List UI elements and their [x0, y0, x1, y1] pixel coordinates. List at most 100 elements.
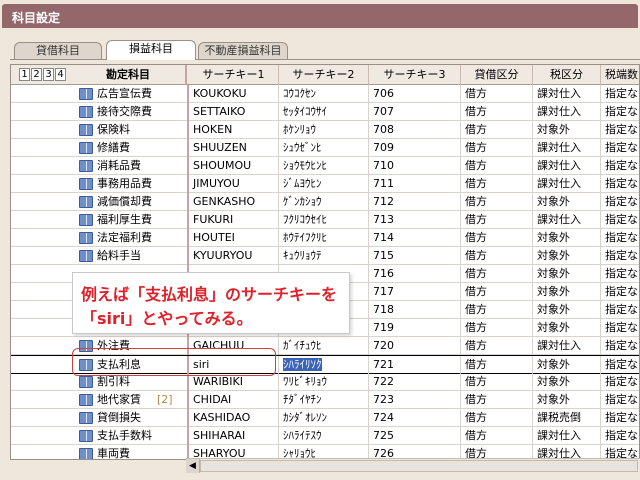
- cell-searchkey1[interactable]: CHIDAI: [189, 391, 279, 409]
- cell-searchkey3[interactable]: 716: [369, 265, 461, 283]
- table-row[interactable]: 減価償却費 GENKASHO ｹﾞﾝｶｼｮｳ 712 借方 対象外 指定な: [11, 193, 639, 211]
- cell-tax-category[interactable]: 対象外: [533, 373, 601, 391]
- cell-tax-category[interactable]: 対象外: [533, 247, 601, 265]
- cell-tax-fraction[interactable]: 指定な: [601, 157, 639, 175]
- cell-searchkey3[interactable]: 723: [369, 391, 461, 409]
- cell-debit-credit[interactable]: 借方: [461, 229, 533, 247]
- cell-searchkey3[interactable]: 709: [369, 139, 461, 157]
- cell-debit-credit[interactable]: 借方: [461, 139, 533, 157]
- cell-searchkey1[interactable]: KYUURYOU: [189, 247, 279, 265]
- cell-tax-fraction[interactable]: 指定な: [601, 356, 639, 374]
- cell-searchkey2[interactable]: ｾｯﾀｲｺｳｻｲ: [279, 103, 369, 121]
- cell-searchkey3[interactable]: 719: [369, 319, 461, 337]
- cell-account[interactable]: 法定福利費: [11, 229, 189, 247]
- cell-account[interactable]: 地代家賃 [2]: [11, 391, 189, 409]
- table-row[interactable]: 給料手当 KYUURYOU ｷｭｳﾘｮｳﾃ 715 借方 対象外 指定な: [11, 247, 639, 265]
- table-row[interactable]: 支払手数料 SHIHARAI ｼﾊﾗｲﾃｽｳ 725 借方 課対仕入 指定な: [11, 427, 639, 445]
- cell-tax-fraction[interactable]: 指定な: [601, 121, 639, 139]
- cell-tax-category[interactable]: 課対仕入: [533, 211, 601, 229]
- cell-account[interactable]: 減価償却費: [11, 193, 189, 211]
- cell-tax-fraction[interactable]: 指定な: [601, 427, 639, 445]
- cell-searchkey2[interactable]: ﾌｸﾘｺｳｾｲﾋ: [279, 211, 369, 229]
- cell-searchkey3[interactable]: 707: [369, 103, 461, 121]
- cell-tax-fraction[interactable]: 指定な: [601, 373, 639, 391]
- cell-tax-fraction[interactable]: 指定な: [601, 391, 639, 409]
- cell-searchkey1[interactable]: JIMUYOU: [189, 175, 279, 193]
- cell-searchkey3[interactable]: 710: [369, 157, 461, 175]
- cell-searchkey3[interactable]: 720: [369, 337, 461, 355]
- cell-searchkey1[interactable]: SHIHARAI: [189, 427, 279, 445]
- cell-searchkey3[interactable]: 721: [369, 356, 461, 374]
- cell-searchkey1[interactable]: KOUKOKU: [189, 85, 279, 103]
- cell-searchkey2[interactable]: ｺｳｺｸｾﾝ: [279, 85, 369, 103]
- cell-searchkey2[interactable]: ﾁﾀﾞｲﾔﾁﾝ: [279, 391, 369, 409]
- cell-account[interactable]: 車両費: [11, 445, 189, 459]
- cell-searchkey2[interactable]: ﾎｳﾃｲﾌｸﾘﾋ: [279, 229, 369, 247]
- cell-searchkey1[interactable]: FUKURI: [189, 211, 279, 229]
- cell-searchkey2[interactable]: ﾎｹﾝﾘｮｳ: [279, 121, 369, 139]
- cell-account[interactable]: 給料手当: [11, 247, 189, 265]
- table-row[interactable]: 接待交際費 SETTAIKO ｾｯﾀｲｺｳｻｲ 707 借方 課対仕入 指定な: [11, 103, 639, 121]
- cell-account[interactable]: 修繕費: [11, 139, 189, 157]
- cell-searchkey2[interactable]: ｶｼﾀﾞｵﾚｿﾝ: [279, 409, 369, 427]
- cell-tax-category[interactable]: 課対仕入: [533, 157, 601, 175]
- cell-searchkey2[interactable]: ｼｮｳﾓｳﾋﾝﾋ: [279, 157, 369, 175]
- cell-tax-category[interactable]: 課対仕入: [533, 85, 601, 103]
- tab-real-estate-accounts[interactable]: 不動産損益科目: [198, 42, 288, 60]
- cell-debit-credit[interactable]: 借方: [461, 193, 533, 211]
- cell-tax-category[interactable]: 対象外: [533, 301, 601, 319]
- cell-debit-credit[interactable]: 借方: [461, 247, 533, 265]
- cell-searchkey2[interactable]: ｹﾞﾝｶｼｮｳ: [279, 193, 369, 211]
- cell-tax-fraction[interactable]: 指定な: [601, 301, 639, 319]
- cell-tax-fraction[interactable]: 指定な: [601, 85, 639, 103]
- col-header-tax-fraction[interactable]: 税端数: [601, 65, 639, 85]
- cell-debit-credit[interactable]: 借方: [461, 356, 533, 374]
- cell-debit-credit[interactable]: 借方: [461, 265, 533, 283]
- cell-debit-credit[interactable]: 借方: [461, 337, 533, 355]
- cell-debit-credit[interactable]: 借方: [461, 283, 533, 301]
- cell-tax-category[interactable]: 対象外: [533, 121, 601, 139]
- table-row[interactable]: 福利厚生費 FUKURI ﾌｸﾘｺｳｾｲﾋ 713 借方 課対仕入 指定な: [11, 211, 639, 229]
- cell-searchkey3[interactable]: 715: [369, 247, 461, 265]
- col-header-searchkey1[interactable]: サーチキー1: [189, 65, 279, 85]
- cell-tax-category[interactable]: 課対仕入: [533, 175, 601, 193]
- cell-searchkey3[interactable]: 711: [369, 175, 461, 193]
- col-header-searchkey2[interactable]: サーチキー2: [279, 65, 369, 85]
- cell-account[interactable]: 接待交際費: [11, 103, 189, 121]
- cell-tax-fraction[interactable]: 指定な: [601, 319, 639, 337]
- cell-tax-category[interactable]: 対象外: [533, 283, 601, 301]
- cell-tax-category[interactable]: 対象外: [533, 265, 601, 283]
- cell-searchkey1[interactable]: SHOUMOU: [189, 157, 279, 175]
- cell-searchkey2[interactable]: ｼｭｳｾﾞﾝﾋ: [279, 139, 369, 157]
- cell-account[interactable]: 保険料: [11, 121, 189, 139]
- table-row[interactable]: 地代家賃 [2] CHIDAI ﾁﾀﾞｲﾔﾁﾝ 723 借方 対象外 指定な: [11, 391, 639, 409]
- cell-tax-category[interactable]: 対象外: [533, 391, 601, 409]
- cell-tax-fraction[interactable]: 指定な: [601, 409, 639, 427]
- cell-searchkey2[interactable]: ﾜﾘﾋﾞｷﾘｮｳ: [279, 373, 369, 391]
- cell-debit-credit[interactable]: 借方: [461, 373, 533, 391]
- cell-searchkey1[interactable]: KASHIDAO: [189, 409, 279, 427]
- col-header-searchkey3[interactable]: サーチキー3: [369, 65, 461, 85]
- cell-searchkey3[interactable]: 712: [369, 193, 461, 211]
- tab-balance-accounts[interactable]: 貸借科目: [14, 42, 102, 60]
- cell-account[interactable]: 貸倒損失: [11, 409, 189, 427]
- col-header-debit-credit[interactable]: 貸借区分: [461, 65, 533, 85]
- cell-searchkey2[interactable]: ｷｭｳﾘｮｳﾃ: [279, 247, 369, 265]
- cell-searchkey3[interactable]: 706: [369, 85, 461, 103]
- cell-searchkey2[interactable]: ｶﾞｲﾁｭｳﾋ: [279, 337, 369, 355]
- cell-account[interactable]: 事務用品費: [11, 175, 189, 193]
- cell-account[interactable]: 支払手数料: [11, 427, 189, 445]
- cell-debit-credit[interactable]: 借方: [461, 121, 533, 139]
- cell-searchkey3[interactable]: 725: [369, 427, 461, 445]
- tab-profit-loss-accounts[interactable]: 損益科目: [106, 40, 196, 60]
- col-header-tax-category[interactable]: 税区分: [533, 65, 601, 85]
- level-4-button[interactable]: 4: [55, 68, 66, 81]
- cell-tax-category[interactable]: 対象外: [533, 193, 601, 211]
- level-2-button[interactable]: 2: [31, 68, 42, 81]
- cell-account[interactable]: 消耗品費: [11, 157, 189, 175]
- cell-searchkey3[interactable]: 718: [369, 301, 461, 319]
- cell-tax-category[interactable]: 課税売倒: [533, 409, 601, 427]
- cell-account[interactable]: 福利厚生費: [11, 211, 189, 229]
- scroll-left-icon[interactable]: ◀: [186, 459, 200, 473]
- cell-debit-credit[interactable]: 借方: [461, 85, 533, 103]
